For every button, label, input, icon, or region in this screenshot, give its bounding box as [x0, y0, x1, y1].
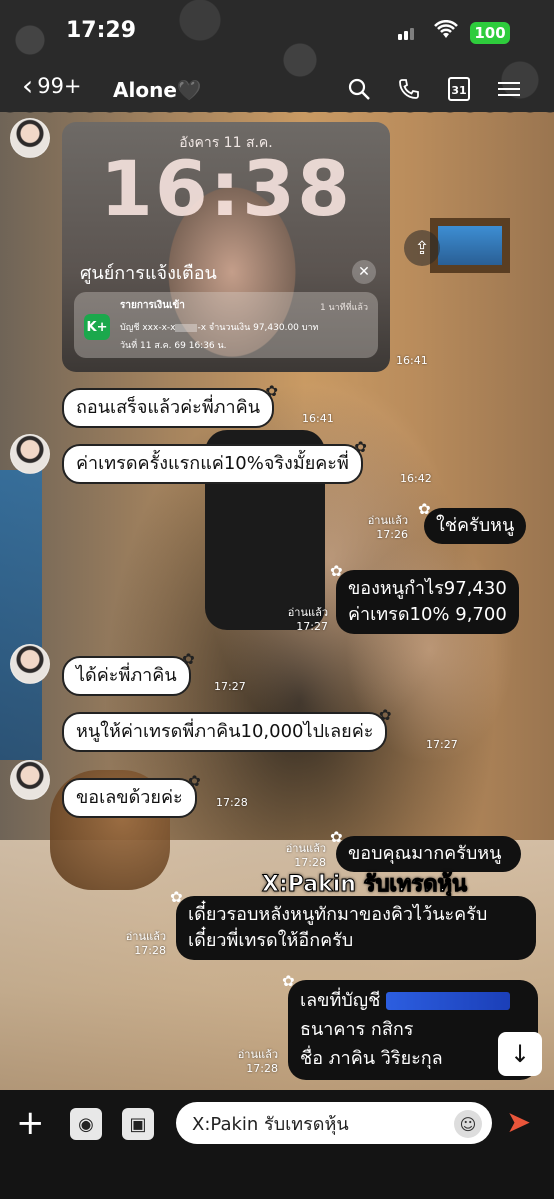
wifi-icon [434, 19, 458, 45]
message-time: 16:42 [400, 472, 432, 485]
status-time: 17:29 [66, 18, 137, 43]
account-number-label: เลขที่บัญชี [300, 990, 381, 1011]
image-message-screenshot[interactable]: อังคาร 11 ส.ค. 16:38 ศูนย์การแจ้งเตือน ✕… [62, 122, 390, 372]
message-time: 17:28 [216, 796, 248, 809]
clover-decoration-icon: ✿ [418, 500, 431, 518]
message-time: 17:26 [376, 528, 408, 541]
clover-decoration-icon: ✿ [378, 706, 392, 724]
incoming-message[interactable]: ได้ค่ะพี่ภาคิน ✿ [62, 652, 195, 696]
wallpaper-window [0, 470, 42, 760]
kplus-app-icon: K+ [84, 314, 110, 340]
message-time: 17:27 [426, 738, 458, 751]
message-time: 17:28 [134, 944, 166, 957]
camera-icon[interactable]: ◉ [70, 1108, 102, 1140]
outgoing-message[interactable]: เดี๋ยวรอบหลังหนูทักมาของคิวไว้นะครับ เดี… [170, 890, 536, 960]
message-text: ขอเลขด้วยค่ะ [76, 787, 183, 808]
plus-icon[interactable]: + [16, 1106, 45, 1140]
message-text-line: ค่าเทรด10% 9,700 [348, 604, 507, 625]
incoming-message[interactable]: หนูให้ค่าเทรดพี่ภาคิน10,000ไปเลยค่ะ ✿ [62, 708, 391, 752]
notification-time: 1 นาทีที่แล้ว [319, 303, 368, 313]
image-icon[interactable]: ▣ [122, 1108, 154, 1140]
phone-icon[interactable] [394, 74, 424, 104]
message-text: ถอนเสร็จแล้วค่ะพี่ภาคิน [76, 397, 260, 418]
bank-notification: K+ รายการเงินเข้า 1 นาทีที่แล้ว บัญชี xx… [74, 292, 378, 358]
notification-date-line: วันที่ 11 ส.ค. 69 16:36 น. [120, 341, 227, 351]
notification-redaction [175, 323, 198, 332]
unread-count: 99+ [37, 74, 82, 98]
contact-avatar[interactable] [10, 760, 50, 800]
message-text: ค่าเทรดครั้งแรกแค่10%จริงมั้ยคะพี่ [76, 453, 349, 474]
message-meta: อ่านแล้ว 17:28 [108, 930, 166, 958]
message-meta: อ่านแล้ว 17:26 [352, 514, 408, 542]
clover-decoration-icon: ✿ [330, 562, 343, 580]
message-text: ใช่ครับหนู [436, 515, 515, 536]
chat-title: Alone🖤 [113, 78, 202, 102]
read-receipt: อ่านแล้ว [237, 1048, 278, 1061]
share-icon[interactable]: ⇪ [404, 230, 440, 266]
clover-decoration-icon: ✿ [182, 650, 195, 668]
notification-account-suffix: -x จำนวนเงิน 97,430.00 บาท [197, 323, 319, 333]
incoming-message[interactable]: ขอเลขด้วยค่ะ ✿ [62, 774, 201, 818]
message-text-line: เดี๋ยวรอบหลังหนูทักมาของคิวไว้นะครับ [188, 904, 488, 925]
incoming-message[interactable]: ถอนเสร็จแล้วค่ะพี่ภาคิน ✿ [62, 384, 278, 428]
back-button[interactable]: ‹ 99+ [22, 72, 82, 100]
message-input-bar: + ◉ ▣ X:Pakin รับเทรดหุ้น ☺ ➤ [0, 1090, 554, 1199]
message-text-line: เดี๋ยวพี่เทรดให้อีกครับ [188, 930, 354, 951]
notification-center-title: ศูนย์การแจ้งเตือน [80, 263, 217, 284]
notification-title: รายการเงินเข้า [120, 300, 185, 311]
message-meta: อ่านแล้ว 17:28 [220, 1048, 278, 1076]
read-receipt: อ่านแล้ว [285, 842, 326, 855]
read-receipt: อ่านแล้ว [287, 606, 328, 619]
read-receipt: อ่านแล้ว [367, 514, 408, 527]
message-input[interactable]: X:Pakin รับเทรดหุ้น [176, 1102, 492, 1144]
contact-avatar[interactable] [10, 434, 50, 474]
scroll-down-icon[interactable]: ↓ [498, 1032, 542, 1076]
clover-decoration-icon: ✿ [330, 828, 343, 846]
outgoing-message[interactable]: ใช่ครับหนู ✿ [418, 502, 527, 544]
wallpaper-wall-frame [430, 218, 510, 273]
back-chevron-icon: ‹ [22, 69, 34, 102]
notification-account-line: บัญชี xxx-x-x -x จำนวนเงิน 97,430.00 บาท [120, 320, 318, 334]
close-icon: ✕ [352, 260, 376, 284]
battery-icon: 100 [470, 22, 510, 44]
sticker-icon[interactable]: ☺ [454, 1110, 482, 1138]
message-time: 17:28 [246, 1062, 278, 1075]
clover-decoration-icon: ✿ [354, 438, 367, 456]
contact-avatar[interactable] [10, 118, 50, 158]
top-bar: 17:29 100 ‹ 99+ Alone🖤 31 [0, 0, 554, 122]
message-text-line: ธนาคาร กสิกร [300, 1019, 414, 1040]
chat-header: ‹ 99+ Alone🖤 31 [0, 68, 554, 112]
clover-decoration-icon: ✿ [265, 382, 278, 400]
search-icon[interactable] [344, 74, 374, 104]
contact-avatar[interactable] [10, 644, 50, 684]
message-text-line: เลขที่บัญชี [300, 986, 526, 1015]
send-icon[interactable]: ➤ [506, 1108, 531, 1138]
screenshot-clock: 16:38 [100, 144, 352, 233]
clover-decoration-icon: ✿ [170, 888, 183, 906]
clover-decoration-icon: ✿ [188, 772, 201, 790]
calendar-day: 31 [448, 77, 470, 101]
read-receipt: อ่านแล้ว [125, 930, 166, 943]
message-text-line: ของหนูกำไร97,430 [348, 578, 507, 599]
calendar-icon[interactable]: 31 [444, 74, 474, 104]
message-text-line: ชื่อ ภาคิน วิริยะกุล [300, 1048, 443, 1069]
account-number-redaction [386, 992, 511, 1010]
notification-account-prefix: บัญชี xxx-x-x [120, 323, 176, 333]
outgoing-message[interactable]: ของหนูกำไร97,430 ค่าเทรด10% 9,700 ✿ [330, 564, 519, 634]
clover-decoration-icon: ✿ [282, 972, 295, 990]
message-text: ขอบคุณมากครับหนู [348, 843, 502, 864]
message-text: ได้ค่ะพี่ภาคิน [76, 665, 177, 686]
incoming-message[interactable]: ค่าเทรดครั้งแรกแค่10%จริงมั้ยคะพี่ ✿ [62, 440, 367, 484]
message-meta: อ่านแล้ว 17:27 [272, 606, 328, 634]
message-time: 17:27 [214, 680, 246, 693]
message-time: 16:41 [302, 412, 334, 425]
message-time: 16:41 [396, 354, 428, 367]
cellular-signal-icon [398, 26, 418, 40]
message-time: 17:27 [296, 620, 328, 633]
message-text: หนูให้ค่าเทรดพี่ภาคิน10,000ไปเลยค่ะ [76, 721, 374, 742]
menu-icon[interactable] [494, 74, 524, 104]
